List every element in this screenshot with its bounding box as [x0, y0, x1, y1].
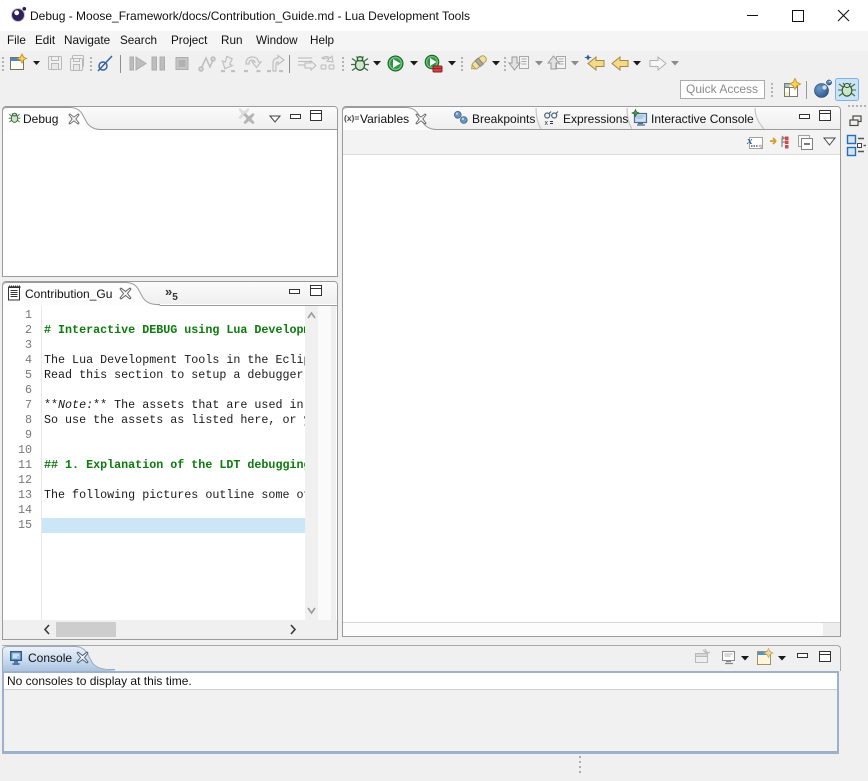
svg-text:x: x [746, 135, 753, 147]
svg-text:x: x [545, 120, 549, 127]
